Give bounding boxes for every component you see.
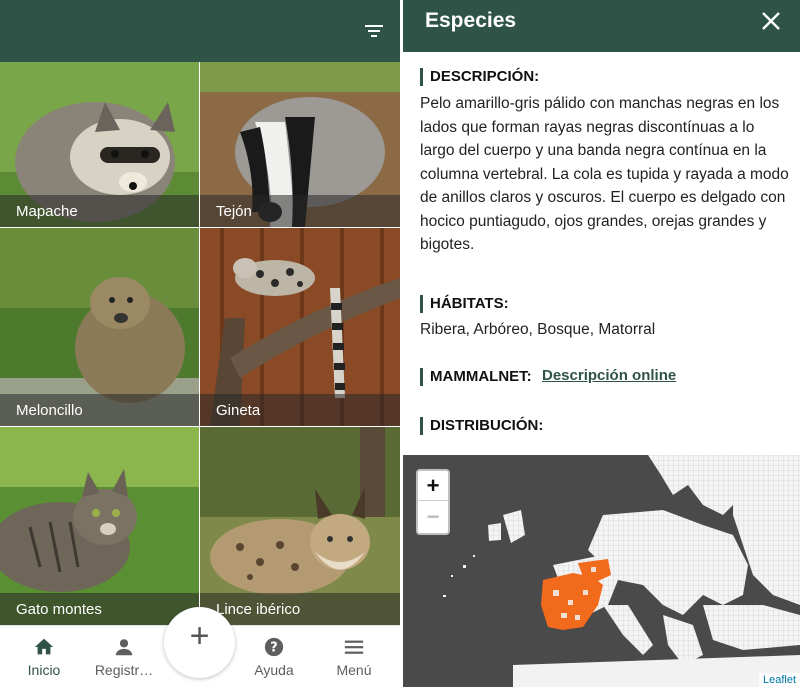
europe-map	[403, 455, 800, 687]
zoom-out-button[interactable]: −	[418, 502, 448, 532]
close-icon[interactable]	[760, 10, 782, 32]
person-icon	[115, 639, 133, 656]
habitats-text: Ribera, Arbóreo, Bosque, Matorral	[420, 321, 656, 338]
species-tile-lince-iberico[interactable]: Lince ibérico	[200, 427, 400, 625]
species-tile-tejon[interactable]: Tejón	[200, 62, 400, 227]
species-tile-meloncillo[interactable]: Meloncillo	[0, 228, 199, 426]
species-tile-gato-montes[interactable]: Gato montes	[0, 427, 199, 625]
descripcion-heading: DESCRIPCIÓN:	[420, 68, 539, 86]
distribution-map[interactable]: + − Leaflet	[403, 455, 800, 687]
species-tile-gineta[interactable]: Gineta	[200, 228, 400, 426]
nav-label: Menú	[336, 662, 372, 678]
nav-label: Registr…	[94, 662, 154, 678]
plus-icon: +	[189, 617, 210, 655]
menu-icon	[344, 640, 364, 654]
page-title: Especies	[425, 9, 517, 32]
nav-menu[interactable]: Menú	[314, 626, 394, 687]
add-record-button[interactable]: +	[164, 607, 235, 678]
habitats-heading: HÁBITATS:	[420, 295, 509, 313]
home-icon	[34, 638, 54, 655]
detail-app-bar: Especies	[403, 0, 800, 52]
app-root: Mapache Tejón Meloncillo Gineta Gato mon…	[0, 0, 800, 687]
species-tile-mapache[interactable]: Mapache	[0, 62, 199, 227]
species-list-screen: Mapache Tejón Meloncillo Gineta Gato mon…	[0, 0, 400, 687]
species-tile-label: Mapache	[0, 195, 199, 227]
help-icon: ?	[264, 637, 284, 657]
zoom-control: + −	[416, 469, 450, 535]
species-tile-label: Tejón	[200, 195, 400, 227]
descripcion-text: Pelo amarillo-gris pálido con manchas ne…	[420, 95, 789, 253]
distribucion-heading: DISTRIBUCIÓN:	[420, 417, 543, 435]
svg-text:?: ?	[270, 641, 277, 656]
mammalnet-heading: MAMMALNET:	[420, 368, 532, 386]
mammalnet-link[interactable]: Descripción online	[542, 367, 676, 384]
nav-ayuda[interactable]: ? Ayuda	[234, 626, 314, 687]
nav-label: Ayuda	[254, 662, 294, 678]
species-grid: Mapache Tejón Meloncillo Gineta Gato mon…	[0, 62, 400, 625]
map-attribution[interactable]: Leaflet	[758, 673, 800, 687]
species-tile-label: Gineta	[200, 394, 400, 426]
nav-inicio[interactable]: Inicio	[4, 626, 84, 687]
app-bar	[0, 0, 400, 62]
zoom-in-button[interactable]: +	[418, 471, 448, 501]
nav-label: Inicio	[27, 662, 61, 678]
filter-icon[interactable]	[362, 19, 386, 43]
species-tile-label: Meloncillo	[0, 394, 199, 426]
species-detail-screen: Especies DESCRIPCIÓN: Pelo amarillo-gris…	[403, 0, 800, 687]
nav-registros[interactable]: Registr…	[84, 626, 164, 687]
